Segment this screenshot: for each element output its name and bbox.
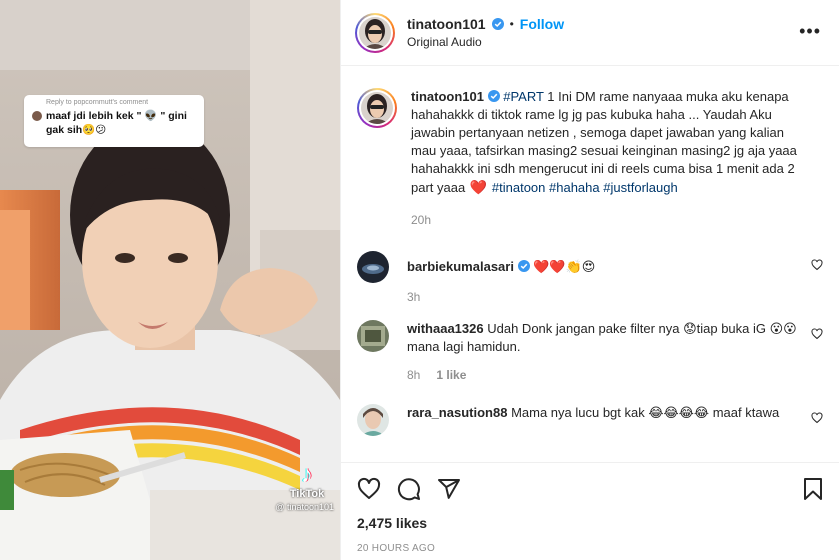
caption-text: tinatoon101 #PART 1 Ini DM rame nanyaaa … xyxy=(411,88,803,197)
story-ring[interactable] xyxy=(355,12,395,53)
comment-username[interactable]: barbiekumalasari xyxy=(407,259,514,274)
caption-story-ring[interactable] xyxy=(357,88,397,128)
comment-text: barbiekumalasari ❤️❤️👏😍 xyxy=(407,258,803,276)
comment-item: barbiekumalasari ❤️❤️👏😍 3h xyxy=(357,251,823,304)
heart-emoji: ❤️ xyxy=(469,179,488,195)
comment-username[interactable]: rara_nasution88 xyxy=(407,405,507,420)
post-video[interactable]: Reply to popcornmutt's comment maaf jdi … xyxy=(0,0,340,560)
comment-text: withaaa1326 Udah Donk jangan pake filter… xyxy=(407,320,803,356)
post-caption: tinatoon101 #PART 1 Ini DM rame nanyaaa … xyxy=(357,88,823,227)
caption-username[interactable]: tinatoon101 xyxy=(411,89,484,104)
tiktok-label: TikTok xyxy=(289,488,325,500)
comment-like-icon[interactable] xyxy=(811,412,823,424)
comment-item: rara_nasution88 Mama nya lucu bgt kak 😂😂… xyxy=(357,404,823,436)
comment-body: ❤️❤️👏😍 xyxy=(533,259,596,274)
post-actions: 2,475 likes 20 HOURS AGO xyxy=(341,462,839,554)
author-avatar[interactable] xyxy=(359,16,391,49)
caption-avatar[interactable] xyxy=(361,92,393,124)
tiktok-watermark: ♪ TikTok xyxy=(282,461,332,501)
bookmark-icon[interactable] xyxy=(802,477,824,501)
separator-dot: • xyxy=(509,17,514,31)
reply-comment-sticker: Reply to popcornmutt's comment maaf jdi … xyxy=(24,95,204,147)
follow-button[interactable]: Follow xyxy=(520,16,564,32)
hashtag-tinatoon[interactable]: #tinatoon xyxy=(492,180,546,195)
comment-body: Mama nya lucu bgt kak 😂😂😂😂 maaf ktawa xyxy=(511,405,780,420)
post-date[interactable]: 20 HOURS AGO xyxy=(357,543,824,554)
commenter-avatar[interactable] xyxy=(357,320,389,352)
reply-avatar xyxy=(32,111,42,121)
post-header: tinatoon101 • Follow Original Audio ••• xyxy=(341,0,839,66)
more-icon[interactable]: ••• xyxy=(799,22,821,40)
post-sidebar: tinatoon101 • Follow Original Audio ••• xyxy=(340,0,839,560)
commenter-avatar[interactable] xyxy=(357,251,389,283)
caption-time[interactable]: 20h xyxy=(411,213,431,227)
comment-time[interactable]: 8h xyxy=(407,368,420,382)
tiktok-handle: @ tinatoon101 xyxy=(275,502,334,512)
hashtag-part[interactable]: #PART xyxy=(503,89,543,104)
comment-like-icon[interactable] xyxy=(811,328,823,340)
author-username[interactable]: tinatoon101 xyxy=(407,16,486,32)
comment-time[interactable]: 3h xyxy=(407,290,420,304)
commenter-avatar[interactable] xyxy=(357,404,389,436)
verified-icon xyxy=(491,18,504,30)
instagram-post: Reply to popcornmutt's comment maaf jdi … xyxy=(0,0,839,560)
caption-verified-icon xyxy=(487,90,500,102)
hashtag-hahaha[interactable]: #hahaha xyxy=(549,180,600,195)
comment-item: withaaa1326 Udah Donk jangan pake filter… xyxy=(357,320,823,382)
comment-like-count[interactable]: 1 like xyxy=(436,368,466,382)
comment-text: rara_nasution88 Mama nya lucu bgt kak 😂😂… xyxy=(407,404,803,422)
reply-text: maaf jdi lebih kek " 👽 " gini gak sih🥺😕 xyxy=(46,110,187,136)
share-icon[interactable] xyxy=(437,477,461,501)
comment-verified-icon xyxy=(517,260,530,272)
comment-icon[interactable] xyxy=(397,477,421,501)
like-count[interactable]: 2,475 likes xyxy=(357,515,824,531)
audio-link[interactable]: Original Audio xyxy=(407,35,564,49)
hashtag-justforlaugh[interactable]: #justforlaugh xyxy=(603,180,677,195)
reply-header: Reply to popcornmutt's comment xyxy=(46,99,149,106)
comment-like-icon[interactable] xyxy=(811,259,823,271)
comment-username[interactable]: withaaa1326 xyxy=(407,321,484,336)
heart-icon[interactable] xyxy=(357,477,381,501)
tiktok-logo-icon: ♪ xyxy=(301,461,313,488)
comments-list[interactable]: tinatoon101 #PART 1 Ini DM rame nanyaaa … xyxy=(341,66,839,462)
